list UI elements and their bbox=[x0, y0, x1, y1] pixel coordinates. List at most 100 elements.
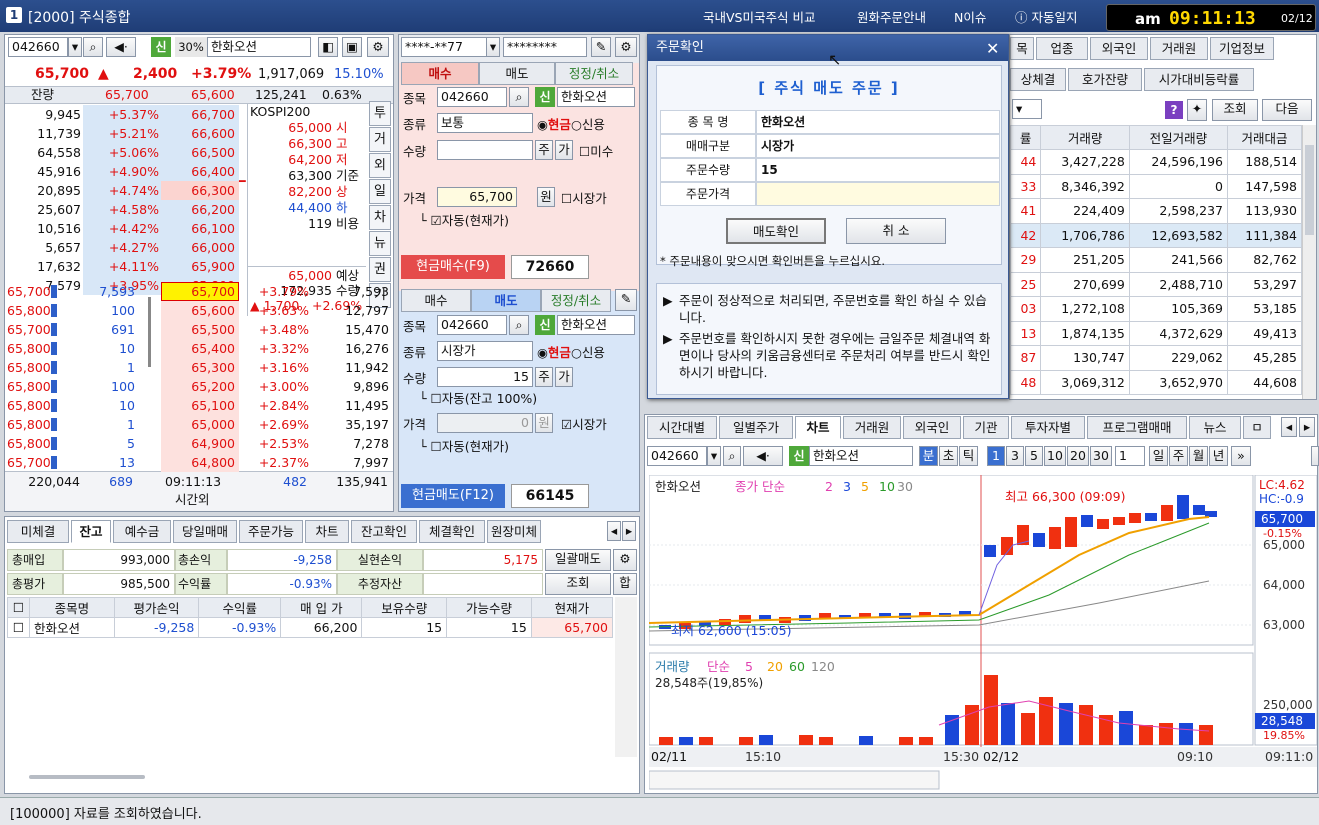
sell-price-input[interactable]: 0 bbox=[437, 413, 533, 433]
chart-tab-5[interactable]: 기관 bbox=[963, 416, 1009, 439]
table-row[interactable]: 42 1,706,786 12,693,582 111,384 bbox=[1009, 222, 1302, 248]
right-tab-1[interactable]: 업종 bbox=[1036, 37, 1088, 60]
select-all-checkbox[interactable]: ☐ bbox=[7, 597, 30, 618]
bottom-tab-6[interactable]: 잔고확인 bbox=[351, 520, 417, 543]
sell-won-button[interactable]: 원 bbox=[535, 413, 553, 433]
bid-price[interactable]: 65,500 bbox=[163, 320, 235, 339]
sell-confirm-button[interactable]: 매도확인 bbox=[726, 218, 826, 244]
ask-price[interactable]: 66,300 bbox=[163, 181, 235, 200]
row-checkbox[interactable]: ☐ bbox=[7, 617, 30, 638]
buy-market-checkbox[interactable]: ☐시장가 bbox=[561, 189, 607, 208]
bottom-tab-0[interactable]: 미체결 bbox=[7, 520, 69, 543]
menu-compare[interactable]: 국내VS미국주식 비교 bbox=[703, 7, 815, 26]
bid-price[interactable]: 65,400 bbox=[163, 339, 235, 358]
stock-code-input[interactable]: 042660 bbox=[8, 37, 68, 57]
menu-auto-log[interactable]: ⓘ 자동일지 bbox=[1015, 7, 1078, 26]
period-1[interactable]: 초 bbox=[939, 446, 958, 466]
tab-right-icon[interactable]: ▸ bbox=[1299, 417, 1315, 437]
double-chevron-icon[interactable]: » bbox=[1231, 446, 1251, 466]
ask-price[interactable]: 66,700 bbox=[163, 105, 235, 124]
chart-code-input[interactable]: 042660 bbox=[647, 446, 707, 466]
table-row[interactable]: 41 224,409 2,598,237 113,930 bbox=[1009, 198, 1302, 224]
bid-price[interactable]: 64,800 bbox=[163, 453, 235, 472]
min-0[interactable]: 1 bbox=[987, 446, 1005, 466]
buy-ju-button[interactable]: 주 bbox=[535, 140, 553, 160]
holdings-header[interactable]: 종목명 bbox=[29, 597, 115, 618]
bottom-tab-7[interactable]: 체결확인 bbox=[419, 520, 485, 543]
after-hours[interactable]: 시간외 bbox=[175, 490, 210, 509]
layout-icon[interactable]: ◧ bbox=[318, 37, 338, 57]
sell-code-input[interactable]: 042660 bbox=[437, 315, 507, 335]
buy-ga-button[interactable]: 가 bbox=[555, 140, 573, 160]
min-2[interactable]: 5 bbox=[1025, 446, 1043, 466]
table-row[interactable]: 03 1,272,108 105,369 53,185 bbox=[1009, 296, 1302, 322]
rank-header[interactable]: 거래량 bbox=[1040, 125, 1130, 150]
unit-2[interactable]: 월 bbox=[1189, 446, 1208, 466]
sum-button[interactable]: 합 bbox=[613, 573, 637, 595]
sell-ga-button[interactable]: 가 bbox=[555, 367, 573, 387]
ask-price[interactable]: 66,100 bbox=[163, 219, 235, 238]
table-row[interactable]: 48 3,069,312 3,652,970 44,608 bbox=[1009, 369, 1302, 395]
account-select[interactable]: ****-**77 bbox=[401, 37, 489, 57]
holdings-scrollbar[interactable] bbox=[615, 597, 637, 757]
chart-tab-3[interactable]: 거래원 bbox=[843, 416, 901, 439]
ask-price[interactable]: 66,000 bbox=[163, 238, 235, 257]
chevron-down-icon[interactable]: ▾ bbox=[486, 37, 500, 57]
sell-market-checkbox[interactable]: ☑시장가 bbox=[561, 415, 607, 434]
side-tab-3[interactable]: 일 bbox=[369, 179, 391, 204]
tab-modify[interactable]: 정정/취소 bbox=[555, 62, 633, 85]
ask-price[interactable]: 66,200 bbox=[163, 200, 235, 219]
min-3[interactable]: 10 bbox=[1044, 446, 1066, 466]
bid-price[interactable]: 64,900 bbox=[163, 434, 235, 453]
tab-modify-2[interactable]: 정정/취소 bbox=[541, 289, 611, 312]
search-icon[interactable]: ⌕ bbox=[509, 87, 529, 107]
menu-krw-order[interactable]: 원화주문안내 bbox=[857, 7, 926, 26]
chart-tab-6[interactable]: 투자자별 bbox=[1011, 416, 1085, 439]
chart-tab-2[interactable]: 차트 bbox=[795, 416, 841, 439]
bottom-tab-4[interactable]: 주문가능 bbox=[239, 520, 303, 543]
right-tab-0[interactable]: 목 bbox=[1010, 37, 1034, 60]
unit-1[interactable]: 주 bbox=[1169, 446, 1188, 466]
ask-price[interactable]: 65,900 bbox=[163, 257, 235, 276]
table-row[interactable]: 29 251,205 241,566 82,762 bbox=[1009, 247, 1302, 273]
buy-cash-radio[interactable]: ◉현금○신용 bbox=[537, 115, 605, 134]
chevron-down-icon[interactable]: ▾ bbox=[707, 446, 721, 466]
speaker-icon[interactable]: ◀· bbox=[743, 446, 783, 466]
bid-price[interactable]: 65,100 bbox=[163, 396, 235, 415]
tab-left-icon[interactable]: ◂ bbox=[1281, 417, 1297, 437]
sell-qty-input[interactable]: 15 bbox=[437, 367, 533, 387]
next-button[interactable]: 다음 bbox=[1262, 99, 1312, 121]
buy-name-field[interactable]: 한화오션 bbox=[557, 87, 635, 107]
buy-type-select[interactable]: 보통 bbox=[437, 113, 533, 133]
tab-left-icon[interactable]: ◂ bbox=[607, 521, 621, 541]
right-subtab-1[interactable]: 호가잔량 bbox=[1068, 68, 1142, 91]
table-row[interactable]: 87 130,747 229,062 45,285 bbox=[1009, 345, 1302, 371]
eraser-icon[interactable]: ✎ bbox=[591, 37, 611, 57]
bid-price[interactable]: 65,700 bbox=[163, 282, 235, 301]
side-tab-1[interactable]: 거 bbox=[369, 127, 391, 152]
table-row[interactable]: 44 3,427,228 24,596,196 188,514 bbox=[1009, 149, 1302, 175]
chart-name-field[interactable]: 한화오션 bbox=[809, 446, 913, 466]
side-tab-6[interactable]: 권 bbox=[369, 257, 391, 282]
window-icon[interactable]: ▣ bbox=[342, 37, 362, 57]
rank-header[interactable]: 률 bbox=[1009, 125, 1042, 150]
eraser-icon[interactable]: ✎ bbox=[615, 289, 637, 311]
query-button[interactable]: 조회 bbox=[1212, 99, 1258, 121]
buy-code-input[interactable]: 042660 bbox=[437, 87, 507, 107]
cancel-button[interactable]: 취 소 bbox=[846, 218, 946, 244]
table-row[interactable]: 33 8,346,392 0 147,598 bbox=[1009, 173, 1302, 199]
magic-icon[interactable]: ✦ bbox=[1187, 99, 1207, 121]
rank-scrollbar[interactable] bbox=[1302, 125, 1316, 399]
min-4[interactable]: 20 bbox=[1067, 446, 1089, 466]
period-2[interactable]: 틱 bbox=[959, 446, 978, 466]
side-tab-2[interactable]: 외 bbox=[369, 153, 391, 178]
right-subtab-0[interactable]: 상체결 bbox=[1010, 68, 1066, 91]
sell-ju-button[interactable]: 주 bbox=[535, 367, 553, 387]
holdings-header[interactable]: 보유수량 bbox=[361, 597, 448, 618]
right-subtab-2[interactable]: 시가대비등락률 bbox=[1144, 68, 1254, 91]
sell-type-select[interactable]: 시장가 bbox=[437, 341, 533, 361]
rank-header[interactable]: 거래대금 bbox=[1227, 125, 1302, 150]
holdings-header[interactable]: 평가손익 bbox=[113, 597, 200, 618]
min-1[interactable]: 3 bbox=[1006, 446, 1024, 466]
filter-select[interactable]: ▾ bbox=[1012, 99, 1042, 119]
